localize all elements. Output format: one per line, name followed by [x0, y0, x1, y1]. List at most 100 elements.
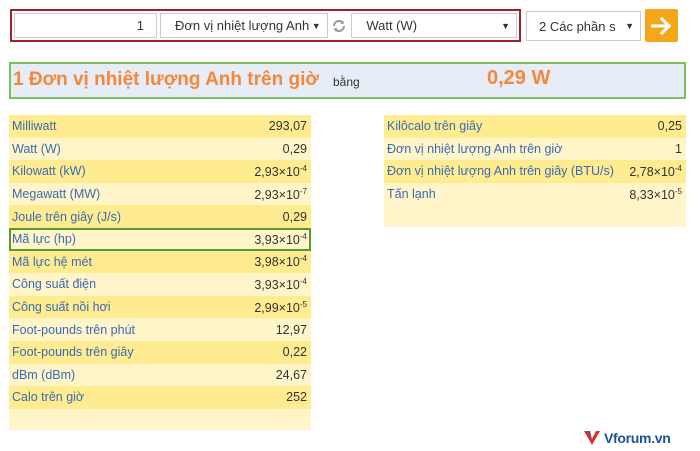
swap-units-button[interactable]: [328, 11, 352, 40]
value-exponent: -4: [299, 276, 307, 286]
table-row[interactable]: Calo trên giờ 252: [9, 386, 311, 409]
table-row[interactable]: Kilôcalo trên giây 0,25: [384, 115, 686, 138]
to-unit-select[interactable]: Watt (W) ▼: [351, 13, 517, 38]
unit-value: 8,33×10-5: [629, 187, 682, 202]
value-exponent: -5: [299, 299, 307, 309]
unit-label[interactable]: Kilowatt (kW): [12, 164, 86, 178]
unit-value: 252: [286, 390, 307, 404]
value-exponent: -4: [299, 163, 307, 173]
unit-label[interactable]: Calo trên giờ: [12, 390, 84, 404]
table-row[interactable]: Công suất nồi hơi 2,99×10-5: [9, 295, 311, 319]
unit-value: 0,25: [658, 119, 682, 133]
caret-down-icon: ▼: [501, 20, 510, 31]
value-mantissa: 2,99×10: [254, 300, 300, 315]
value-exponent: -4: [674, 163, 682, 173]
caret-down-icon: ▼: [311, 20, 321, 31]
table-row[interactable]: Joule trên giây (J/s) 0,29: [9, 205, 311, 228]
value-mantissa: 2,78×10: [629, 164, 675, 179]
value-mantissa: 2,93×10: [254, 164, 300, 179]
value-mantissa: 12,97: [275, 322, 307, 337]
amount-input[interactable]: 1: [14, 13, 158, 38]
precision-label: 2 Các phần s: [539, 18, 616, 34]
unit-value: 0,22: [283, 345, 307, 359]
table-row[interactable]: Milliwatt 293,07: [9, 115, 311, 138]
unit-value: 2,93×10-7: [254, 187, 307, 202]
arrow-right-icon: [650, 16, 671, 35]
converter-form: 1 Đơn vị nhiệt lượng Anh ▼ Watt (W) ▼: [10, 9, 521, 42]
unit-label[interactable]: Đơn vị nhiệt lượng Anh trên giờ: [387, 142, 562, 156]
unit-label[interactable]: Công suất điện: [12, 277, 96, 291]
result-quantity: 1 Đơn vị nhiệt lượng Anh trên giờ: [13, 69, 319, 90]
unit-label[interactable]: Công suất nồi hơi: [12, 300, 111, 314]
from-unit-select[interactable]: Đơn vị nhiệt lượng Anh ▼: [160, 13, 328, 38]
value-mantissa: 252: [286, 390, 307, 405]
unit-value: 1: [675, 142, 682, 156]
unit-label[interactable]: dBm (dBm): [12, 368, 75, 382]
unit-label[interactable]: Joule trên giây (J/s): [12, 210, 121, 224]
unit-label[interactable]: Foot-pounds trên giây: [12, 345, 134, 359]
table-row[interactable]: dBm (dBm) 24,67: [9, 364, 311, 387]
table-row[interactable]: Foot-pounds trên phút 12,97: [9, 318, 311, 341]
value-mantissa: 24,67: [275, 367, 307, 382]
value-exponent: -7: [299, 186, 307, 196]
unit-label[interactable]: Watt (W): [12, 142, 61, 156]
precision-select[interactable]: 2 Các phần s ▼: [526, 11, 641, 41]
unit-value: 0,29: [283, 210, 307, 224]
unit-value: 3,98×10-4: [254, 254, 307, 269]
table-row[interactable]: Megawatt (MW) 2,93×10-7: [9, 183, 311, 206]
value-mantissa: 8,33×10: [629, 187, 675, 202]
value-mantissa: 3,93×10: [254, 277, 300, 292]
unit-value: 0,29: [283, 142, 307, 156]
watermark: Vforum.vn: [583, 430, 671, 446]
unit-label[interactable]: Mã lực (hp): [12, 232, 76, 246]
value-mantissa: 0,29: [282, 209, 307, 224]
value-mantissa: 1: [675, 141, 682, 156]
value-exponent: -4: [299, 231, 307, 241]
table-row[interactable]: Foot-pounds trên giây 0,22: [9, 341, 311, 364]
unit-label[interactable]: Foot-pounds trên phút: [12, 323, 135, 337]
unit-label[interactable]: Milliwatt: [12, 119, 56, 133]
table-row[interactable]: Công suất điện 3,93×10-4: [9, 273, 311, 296]
unit-value: 2,93×10-4: [254, 164, 307, 179]
table-row[interactable]: Mã lực hệ mét 3,98×10-4: [9, 250, 311, 274]
table-row[interactable]: Đơn vị nhiệt lượng Anh trên giờ 1: [384, 138, 686, 161]
value-mantissa: 293,07: [268, 119, 307, 134]
table-row[interactable]: Watt (W) 0,29: [9, 138, 311, 161]
table-row[interactable]: Tấn lạnh 8,33×10-5: [384, 183, 686, 206]
value-mantissa: 2,93×10: [254, 187, 300, 202]
unit-value: 3,93×10-4: [254, 277, 307, 292]
table-row[interactable]: Mã lực (hp) 3,93×10-4: [9, 228, 311, 251]
watermark-text: Vforum.vn: [604, 430, 671, 446]
convert-button[interactable]: [645, 9, 678, 42]
result-equals: bằng: [333, 75, 360, 89]
unit-value: 3,93×10-4: [254, 232, 307, 247]
unit-value: 293,07: [269, 119, 307, 133]
from-unit-label: Đơn vị nhiệt lượng Anh: [175, 18, 310, 33]
unit-label[interactable]: Megawatt (MW): [12, 187, 100, 201]
caret-down-icon: ▼: [625, 21, 634, 31]
vforum-logo-icon: [584, 431, 600, 445]
unit-value: 12,97: [276, 323, 307, 337]
unit-label[interactable]: Đơn vị nhiệt lượng Anh trên giây (BTU/s): [387, 164, 614, 178]
value-mantissa: 0,25: [657, 119, 682, 134]
value-mantissa: 0,29: [282, 141, 307, 156]
conversion-table-left: Milliwatt 293,07 Watt (W) 0,29 Kilowatt (kW)…: [9, 115, 311, 430]
unit-label[interactable]: Kilôcalo trên giây: [387, 119, 482, 133]
value-exponent: -4: [299, 254, 307, 264]
table-row[interactable]: Kilowatt (kW) 2,93×10-4: [9, 160, 311, 183]
result-value: 0,29 W: [487, 67, 551, 89]
value-mantissa: 3,93×10: [254, 232, 300, 247]
value-mantissa: 0,22: [282, 345, 307, 360]
table-row[interactable]: Đơn vị nhiệt lượng Anh trên giây (BTU/s)…: [384, 160, 686, 183]
to-unit-label: Watt (W): [366, 18, 418, 33]
unit-label[interactable]: Tấn lạnh: [387, 187, 436, 201]
result-banner: 1 Đơn vị nhiệt lượng Anh trên giờ bằng 0…: [9, 62, 686, 99]
value-exponent: -5: [674, 186, 682, 196]
unit-value: 2,99×10-5: [254, 300, 307, 315]
unit-value: 24,67: [276, 368, 307, 382]
unit-value: 2,78×10-4: [629, 164, 682, 179]
value-mantissa: 3,98×10: [254, 255, 300, 270]
unit-label[interactable]: Mã lực hệ mét: [12, 255, 92, 269]
swap-arrows-icon: [333, 19, 346, 32]
conversion-table-right: Kilôcalo trên giây 0,25 Đơn vị nhiệt lượng…: [384, 115, 686, 227]
